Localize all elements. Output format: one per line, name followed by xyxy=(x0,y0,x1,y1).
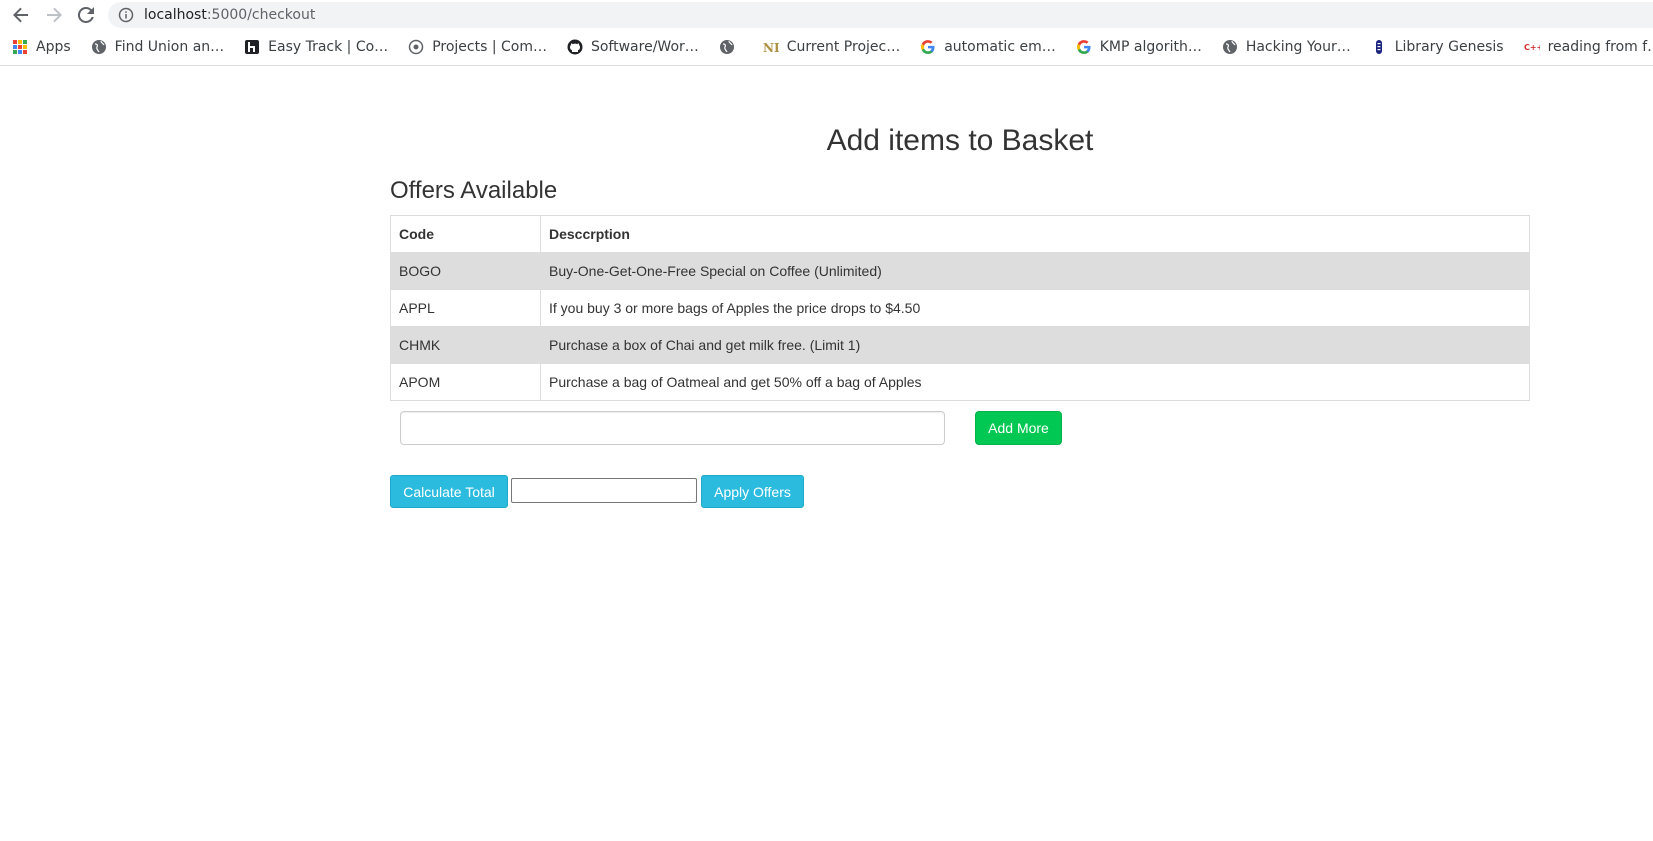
target-icon xyxy=(408,39,424,55)
checkout-page: Add items to Basket Offers Available Cod… xyxy=(0,66,1653,841)
bookmark-label: Easy Track | Co… xyxy=(268,39,389,55)
item-input[interactable] xyxy=(400,411,945,445)
offer-description: Purchase a bag of Oatmeal and get 50% of… xyxy=(540,363,1530,401)
bookmark-item[interactable]: Projects | Com… xyxy=(396,35,555,59)
apps-grid-icon xyxy=(12,39,28,55)
column-header-description: Desccrption xyxy=(540,215,1530,253)
bookmark-item[interactable]: Software/Wor… xyxy=(555,35,707,59)
bookmark-item[interactable]: C++ reading from f… xyxy=(1512,35,1653,59)
bookmark-label: Library Genesis xyxy=(1394,39,1504,55)
bookmark-label: Hacking Your… xyxy=(1245,39,1351,55)
offer-description: Purchase a box of Chai and get milk free… xyxy=(540,326,1530,364)
apply-offers-button[interactable]: Apply Offers xyxy=(701,475,804,508)
table-row: CHMK Purchase a box of Chai and get milk… xyxy=(390,326,1530,364)
table-row: APOM Purchase a bag of Oatmeal and get 5… xyxy=(390,363,1530,401)
reload-icon[interactable] xyxy=(75,4,97,26)
address-bar[interactable]: localhost:5000/checkout xyxy=(108,2,1653,28)
bookmark-label: Find Union an… xyxy=(114,39,225,55)
bookmark-label: Projects | Com… xyxy=(432,39,547,55)
bookmark-item[interactable]: Library Genesis xyxy=(1359,35,1512,59)
google-icon xyxy=(920,39,936,55)
offer-code: BOGO xyxy=(390,252,541,290)
bookmark-label: Current Projec… xyxy=(786,39,901,55)
add-more-button[interactable]: Add More xyxy=(975,411,1062,445)
table-row: BOGO Buy-One-Get-One-Free Special on Cof… xyxy=(390,252,1530,290)
offer-code: APOM xyxy=(390,363,541,401)
bookmark-item[interactable]: Hacking Your… xyxy=(1210,35,1359,59)
library-icon xyxy=(1371,39,1387,55)
offer-code: CHMK xyxy=(390,326,541,364)
globe-icon xyxy=(1222,39,1238,55)
total-input[interactable] xyxy=(511,478,697,503)
page-title: Add items to Basket xyxy=(826,124,1094,157)
offers-table: Code Desccrption BOGO Buy-One-Get-One-Fr… xyxy=(390,215,1530,401)
bookmark-item[interactable]: automatic em… xyxy=(908,35,1064,59)
nd-logo-icon: ND xyxy=(763,39,779,55)
back-icon[interactable] xyxy=(10,4,32,26)
svg-text:ND: ND xyxy=(763,41,779,55)
bookmark-label: Software/Wor… xyxy=(590,39,699,55)
bookmark-item[interactable] xyxy=(707,35,751,59)
offer-code: APPL xyxy=(390,289,541,327)
bookmarks-bar: Apps Find Union an… Easy Track | Co… Projec… xyxy=(0,34,1653,60)
table-row: APPL If you buy 3 or more bags of Apples… xyxy=(390,289,1530,327)
bookmark-label: KMP algorith… xyxy=(1099,39,1202,55)
table-header-row: Code Desccrption xyxy=(390,215,1530,253)
browser-chrome: localhost:5000/checkout Apps Find Union a… xyxy=(0,0,1653,66)
bookmark-item[interactable]: Easy Track | Co… xyxy=(232,35,396,59)
google-icon xyxy=(1076,39,1092,55)
forward-icon[interactable] xyxy=(43,4,65,26)
bookmark-item[interactable]: Find Union an… xyxy=(79,35,232,59)
calculate-total-button[interactable]: Calculate Total xyxy=(390,475,508,508)
github-icon xyxy=(567,39,583,55)
info-icon[interactable] xyxy=(118,7,134,23)
offer-description: If you buy 3 or more bags of Apples the … xyxy=(540,289,1530,327)
bookmark-item[interactable]: Apps xyxy=(0,35,79,59)
globe-icon xyxy=(91,39,107,55)
bookmark-label: Apps xyxy=(36,39,71,55)
url-text: localhost:5000/checkout xyxy=(144,7,316,23)
bookmark-label: automatic em… xyxy=(944,39,1056,55)
bookmark-item[interactable]: ND Current Projec… xyxy=(751,35,908,59)
offers-heading: Offers Available xyxy=(390,177,558,204)
h-logo-icon xyxy=(244,39,260,55)
cpp-icon: C++ xyxy=(1524,39,1540,55)
column-header-code: Code xyxy=(390,215,541,253)
offer-description: Buy-One-Get-One-Free Special on Coffee (… xyxy=(540,252,1530,290)
globe-icon xyxy=(719,39,735,55)
svg-text:C++: C++ xyxy=(1524,43,1540,52)
bookmark-label: reading from f… xyxy=(1547,39,1653,55)
bookmark-item[interactable]: KMP algorith… xyxy=(1064,35,1210,59)
